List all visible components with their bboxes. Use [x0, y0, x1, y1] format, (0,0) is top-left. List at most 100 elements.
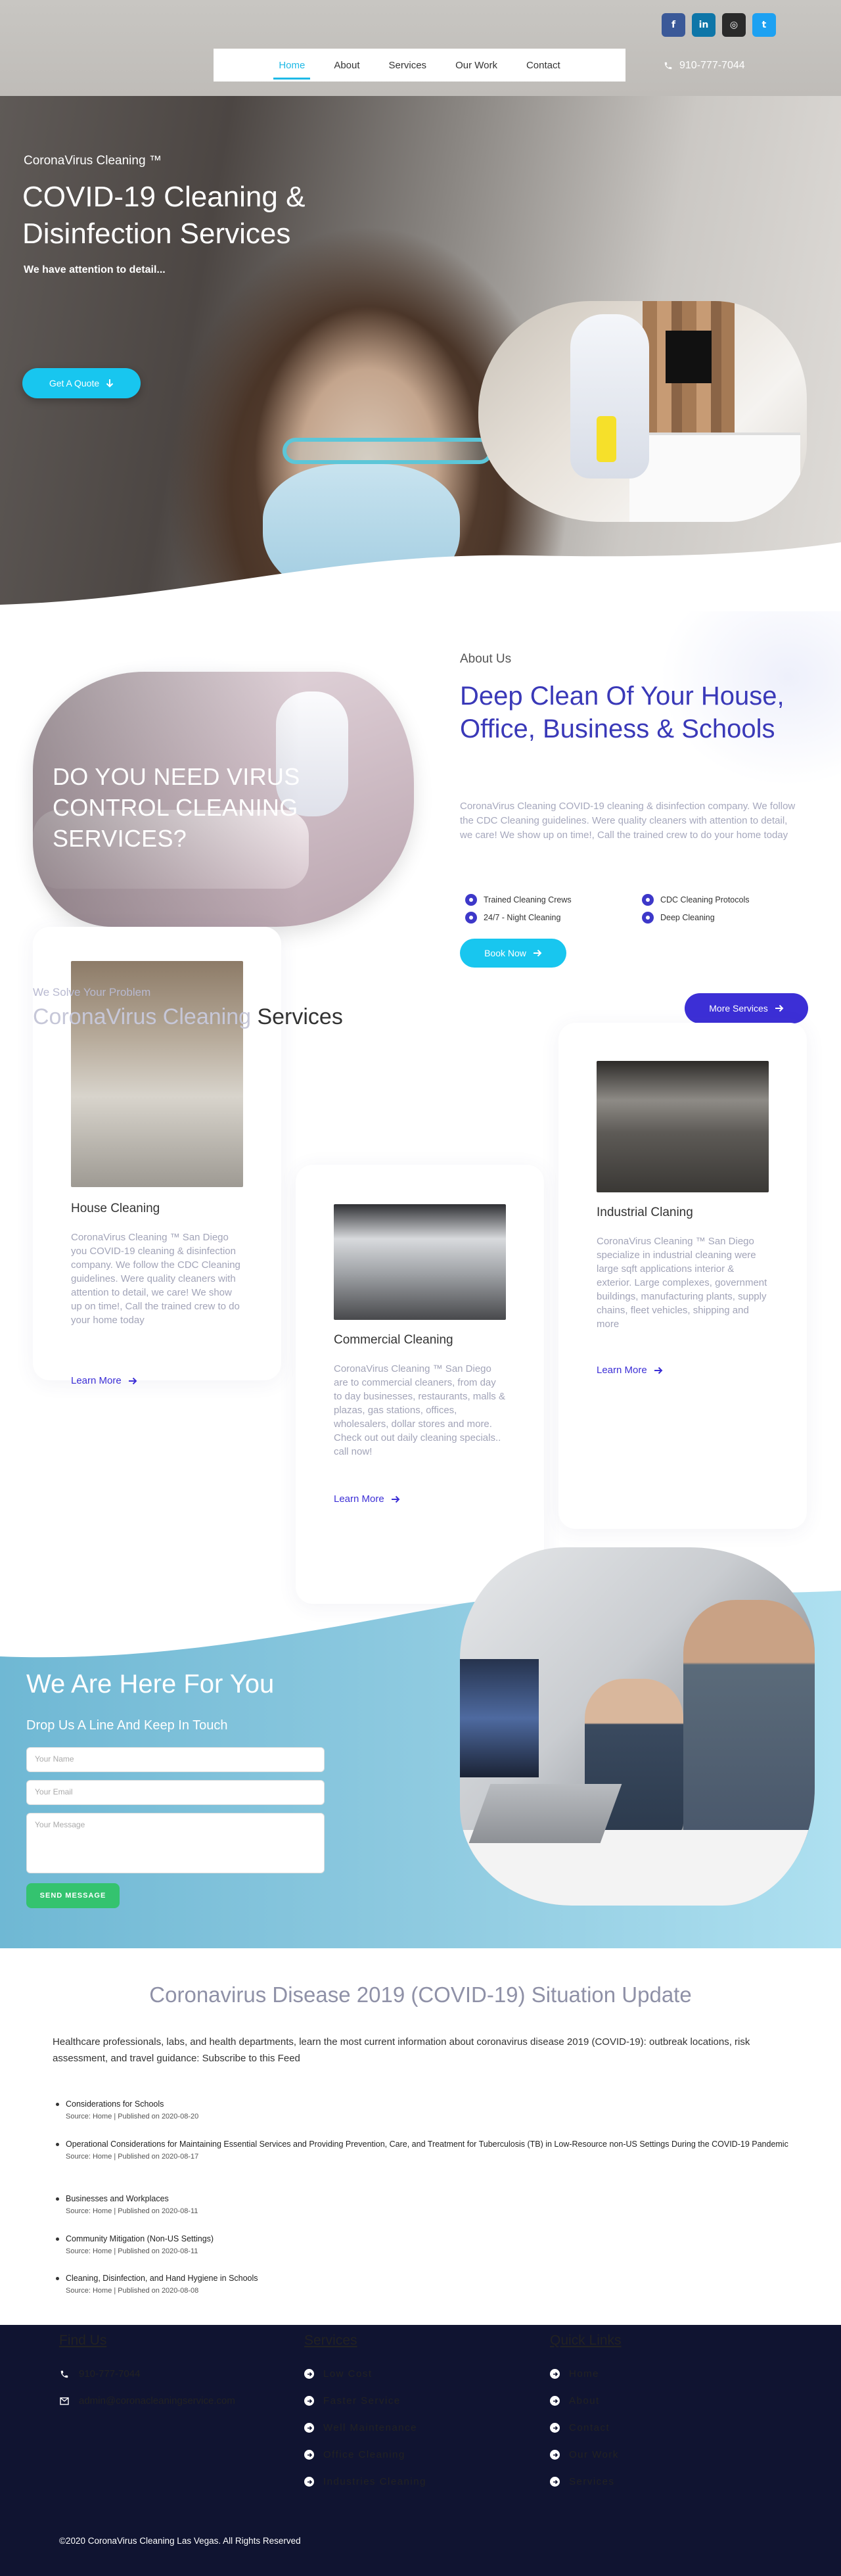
name-field[interactable]: Your Name — [26, 1747, 325, 1772]
message-field[interactable]: Your Message — [26, 1813, 325, 1873]
hero-subtitle: CoronaVirus Cleaning ™ — [24, 154, 162, 168]
footer-quick-link[interactable]: Our Work — [550, 2441, 622, 2468]
footer-heading: Services — [304, 2333, 357, 2348]
news-item-title[interactable]: Operational Considerations for Maintaini… — [53, 2137, 795, 2151]
phone-icon — [664, 62, 672, 70]
footer-link-label: Low Cost — [323, 2368, 373, 2379]
nav-item-contact[interactable]: Contact — [526, 52, 560, 79]
chevron-right-icon — [550, 2477, 560, 2487]
social-links: f in ◎ t — [662, 13, 776, 37]
arrow-right-icon — [775, 1004, 784, 1012]
footer-link-label: Well Maintenance — [323, 2422, 417, 2433]
feature-label: Trained Cleaning Crews — [484, 895, 572, 904]
service-card-text: CoronaVirus Cleaning ™ San Diego special… — [597, 1236, 767, 1330]
nav-item-home[interactable]: Home — [273, 52, 311, 80]
nav-item-services[interactable]: Services — [389, 52, 427, 79]
office-team-image — [460, 1547, 815, 1906]
feature-item: Trained Cleaning Crews — [465, 894, 572, 906]
email-field[interactable]: Your Email — [26, 1780, 325, 1805]
chevron-right-icon — [550, 2396, 560, 2406]
get-quote-button[interactable]: Get A Quote — [22, 368, 141, 398]
news-item-title[interactable]: Considerations for Schools — [53, 2097, 795, 2111]
services-title-faded: CoronaVirus Cleaning — [33, 1004, 252, 1029]
footer-find-us: Find Us 910-777-7044 admin@coronacleanin… — [59, 2333, 235, 2414]
footer-service-link[interactable]: Office Cleaning — [304, 2441, 426, 2468]
news-item-source: Source: Home | Published on 2020-08-11 — [66, 2247, 198, 2255]
check-dot-icon — [642, 894, 654, 906]
news-item-title[interactable]: Community Mitigation (Non-US Settings) — [53, 2232, 795, 2246]
hero-title: COVID-19 Cleaning & Disinfection Service… — [22, 181, 306, 250]
footer-services: Services Low Cost Faster Service Well Ma… — [304, 2333, 426, 2495]
photo-laptop — [468, 1784, 622, 1843]
about-kicker: About Us — [460, 652, 512, 666]
photo-person-right — [683, 1600, 815, 1850]
footer-service-link[interactable]: Industries Cleaning — [304, 2468, 426, 2495]
news-item: Considerations for Schools Source: Home … — [53, 2097, 795, 2120]
nav-item-our-work[interactable]: Our Work — [455, 52, 497, 79]
book-now-button[interactable]: Book Now — [460, 939, 566, 968]
arrow-right-icon — [654, 1367, 663, 1374]
footer-phone[interactable]: 910-777-7044 — [59, 2360, 235, 2387]
news-item-title[interactable]: Businesses and Workplaces — [53, 2191, 795, 2206]
check-dot-icon — [642, 912, 654, 924]
news-item: Operational Considerations for Maintaini… — [53, 2137, 795, 2161]
feature-item: 24/7 - Night Cleaning — [465, 912, 560, 924]
footer-quick-link[interactable]: Home — [550, 2360, 622, 2387]
photo-monitor — [460, 1659, 539, 1777]
facebook-icon[interactable]: f — [662, 13, 685, 37]
feature-label: 24/7 - Night Cleaning — [484, 913, 561, 922]
news-item-title[interactable]: Cleaning, Disinfection, and Hand Hygiene… — [53, 2271, 795, 2285]
news-item-source: Source: Home | Published on 2020-08-11 — [66, 2207, 198, 2215]
more-services-button[interactable]: More Services — [685, 993, 808, 1023]
get-quote-label: Get A Quote — [49, 378, 100, 388]
commercial-cleaning-image — [334, 1204, 506, 1320]
header-phone[interactable]: 910-777-7044 — [664, 60, 745, 72]
service-card-text: CoronaVirus Cleaning ™ San Diego are to … — [334, 1363, 505, 1457]
learn-more-link[interactable]: Learn More — [334, 1493, 400, 1505]
feature-label: Deep Cleaning — [660, 913, 715, 922]
envelope-icon — [59, 2396, 70, 2406]
footer-link-label: Contact — [569, 2422, 610, 2433]
chevron-right-icon — [304, 2423, 314, 2433]
footer-service-link[interactable]: Faster Service — [304, 2387, 426, 2414]
about-title: Deep Clean Of Your House, Office, Busine… — [460, 682, 784, 743]
nav-item-about[interactable]: About — [334, 52, 359, 79]
arrow-right-icon — [533, 949, 542, 957]
book-now-label: Book Now — [484, 948, 526, 958]
footer-quick-link[interactable]: Contact — [550, 2414, 622, 2441]
send-message-button[interactable]: SEND MESSAGE — [26, 1883, 120, 1908]
footer-service-link[interactable]: Well Maintenance — [304, 2414, 426, 2441]
photo-counter — [629, 433, 800, 522]
news-item: Businesses and Workplaces Source: Home |… — [53, 2191, 795, 2215]
learn-more-link[interactable]: Learn More — [71, 1375, 137, 1386]
footer-service-link[interactable]: Low Cost — [304, 2360, 426, 2387]
learn-more-link[interactable]: Learn More — [597, 1365, 663, 1376]
service-card-title: Industrial Claning — [597, 1206, 693, 1219]
footer-link-label: Office Cleaning — [323, 2449, 405, 2460]
covid-update-title: Coronavirus Disease 2019 (COVID-19) Situ… — [149, 1982, 692, 2007]
feature-item: CDC Cleaning Protocols — [642, 894, 749, 906]
footer-link-label: Industries Cleaning — [323, 2476, 426, 2487]
about-image-headline: DO YOU NEED VIRUS CONTROL CLEANING SERVI… — [53, 763, 300, 852]
twitter-icon[interactable]: t — [752, 13, 776, 37]
photo-face-shield — [283, 438, 493, 464]
service-card-industrial: Industrial Claning CoronaVirus Cleaning … — [558, 1023, 807, 1529]
service-card-commercial: Commercial Cleaning CoronaVirus Cleaning… — [296, 1165, 544, 1604]
linkedin-icon[interactable]: in — [692, 13, 716, 37]
footer-quick-link[interactable]: About — [550, 2387, 622, 2414]
arrow-right-icon — [128, 1377, 137, 1384]
instagram-icon[interactable]: ◎ — [722, 13, 746, 37]
feature-label: CDC Cleaning Protocols — [660, 895, 750, 904]
footer-heading: Quick Links — [550, 2333, 622, 2348]
arrow-down-icon — [106, 379, 114, 388]
photo-sprayer-tank — [597, 416, 616, 462]
hero-wave-divider — [0, 542, 841, 605]
copyright-text: ©2020 CoronaVirus Cleaning Las Vegas. Al… — [59, 2536, 301, 2546]
news-item-source: Source: Home | Published on 2020-08-08 — [66, 2287, 199, 2295]
footer-link-label: Faster Service — [323, 2395, 401, 2406]
footer-email[interactable]: admin@coronacleaningservice.com — [59, 2387, 235, 2414]
service-card-title: House Cleaning — [71, 1202, 160, 1215]
footer-quick-link[interactable]: Services — [550, 2468, 622, 2495]
service-card-title: Commercial Cleaning — [334, 1333, 453, 1347]
chevron-right-icon — [304, 2450, 314, 2460]
